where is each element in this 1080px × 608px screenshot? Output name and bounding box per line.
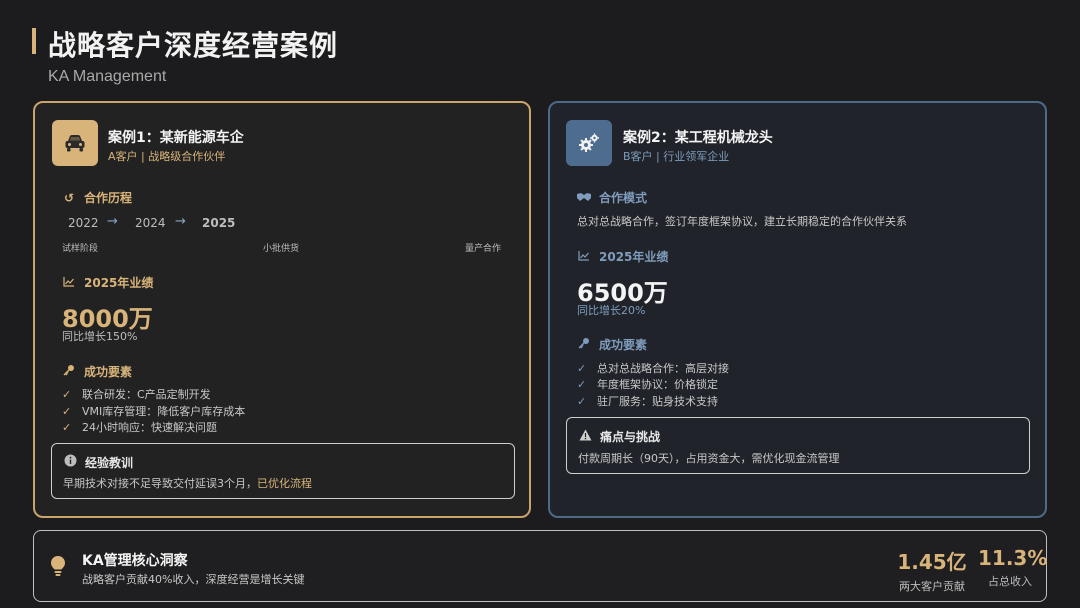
factor-item: ✓ 总对总战略合作：高层对接	[577, 362, 729, 375]
key-icon	[577, 337, 591, 352]
factors-title-row: 成功要素	[577, 336, 647, 353]
history-title-row: ↺ 合作历程	[62, 189, 132, 206]
performance-title: 2025年业绩	[84, 276, 154, 290]
check-icon: ✓	[62, 388, 72, 401]
check-icon: ✓	[62, 405, 72, 418]
year-2: 2024	[135, 216, 166, 230]
case-1-title: 案例1：某新能源车企	[108, 130, 244, 146]
gears-icon	[566, 120, 612, 166]
check-icon: ✓	[62, 421, 72, 434]
performance-title-row: 2025年业绩	[62, 274, 153, 291]
lesson-text: 早期技术对接不足导致交付延误3个月，	[63, 477, 257, 490]
stat-value: 1.45亿	[897, 550, 967, 574]
check-icon: ✓	[577, 378, 587, 391]
case-1-subtitle: A客户 | 战略级合作伙伴	[108, 150, 226, 163]
insight-title: KA管理核心洞察	[82, 553, 188, 569]
mode-title-row: 合作模式	[577, 189, 647, 206]
stage-2: 小批供货	[263, 244, 300, 254]
lesson-title: 经验教训	[85, 456, 134, 470]
stat-value: 11.3%	[978, 546, 1048, 570]
factor-item: ✓ 24小时响应：快速解决问题	[62, 421, 217, 434]
arrow-right-icon: →	[107, 214, 118, 229]
lesson-box: 经验教训 早期技术对接不足导致交付延误3个月，已优化流程	[51, 443, 515, 499]
insight-panel: KA管理核心洞察 战略客户贡献40%收入，深度经营是增长关键 1.45亿 两大客…	[33, 530, 1047, 602]
factor-item: ✓ 年度框架协议：价格锁定	[577, 378, 718, 391]
case-card-2: 案例2：某工程机械龙头 B客户 | 行业领军企业 合作模式 总对总战略合作，签订…	[548, 101, 1047, 518]
stat-label: 占总收入	[988, 575, 1032, 588]
stage-3: 量产合作	[465, 244, 502, 254]
arrow-right-icon: →	[175, 214, 186, 229]
lesson-highlight: 已优化流程	[257, 477, 312, 490]
insight-text: 战略客户贡献40%收入，深度经营是增长关键	[82, 573, 305, 586]
factor-item: ✓ 联合研发：C产品定制开发	[62, 388, 211, 401]
check-icon: ✓	[577, 362, 587, 375]
stat-item: 11.3% 占总收入	[978, 546, 1048, 589]
challenge-box: 痛点与挑战 付款周期长（90天），占用资金大，需优化现金流管理	[566, 417, 1030, 474]
mode-text: 总对总战略合作，签订年度框架协议，建立长期稳定的合作伙伴关系	[577, 215, 907, 228]
case-2-title: 案例2：某工程机械龙头	[623, 130, 773, 146]
info-icon	[63, 454, 77, 470]
lesson-title-row: 经验教训	[63, 454, 133, 471]
year-3: 2025	[202, 216, 236, 230]
page-title: 战略客户深度经营案例	[48, 29, 339, 62]
challenge-text: 付款周期长（90天），占用资金大，需优化现金流管理	[578, 452, 840, 465]
case-card-1: 案例1：某新能源车企 A客户 | 战略级合作伙伴 ↺ 合作历程 2022 → 20…	[33, 101, 531, 518]
case-2-subtitle: B客户 | 行业领军企业	[623, 150, 730, 163]
factor-item: ✓ VMI库存管理：降低客户库存成本	[62, 405, 246, 418]
stage-1: 试样阶段	[62, 244, 99, 254]
line-chart-icon	[62, 276, 76, 290]
key-icon	[62, 364, 76, 379]
year-1: 2022	[68, 216, 99, 230]
history-title: 合作历程	[84, 191, 133, 205]
stat-label: 两大客户贡献	[899, 580, 965, 593]
warning-icon	[578, 429, 592, 444]
check-icon: ✓	[577, 395, 587, 408]
handshake-icon	[577, 191, 591, 205]
performance-growth: 同比增长150%	[62, 330, 138, 343]
performance-title: 2025年业绩	[599, 250, 669, 264]
factors-title: 成功要素	[84, 365, 133, 379]
factor-item: ✓ 驻厂服务：贴身技术支持	[577, 395, 718, 408]
stat-item: 1.45亿 两大客户贡献	[892, 546, 972, 594]
performance-growth: 同比增长20%	[577, 304, 646, 317]
lesson-text-row: 早期技术对接不足导致交付延误3个月，已优化流程	[63, 475, 312, 491]
car-icon	[52, 120, 98, 166]
title-accent-bar	[32, 28, 36, 54]
challenge-title: 痛点与挑战	[600, 430, 661, 444]
lightbulb-icon	[50, 555, 66, 581]
performance-title-row: 2025年业绩	[577, 248, 668, 265]
challenge-title-row: 痛点与挑战	[578, 428, 660, 445]
page-subtitle: KA Management	[48, 68, 167, 85]
factors-title: 成功要素	[599, 338, 648, 352]
mode-title: 合作模式	[599, 191, 648, 205]
history-icon: ↺	[63, 191, 75, 205]
line-chart-icon	[577, 250, 591, 264]
factors-title-row: 成功要素	[62, 363, 132, 380]
